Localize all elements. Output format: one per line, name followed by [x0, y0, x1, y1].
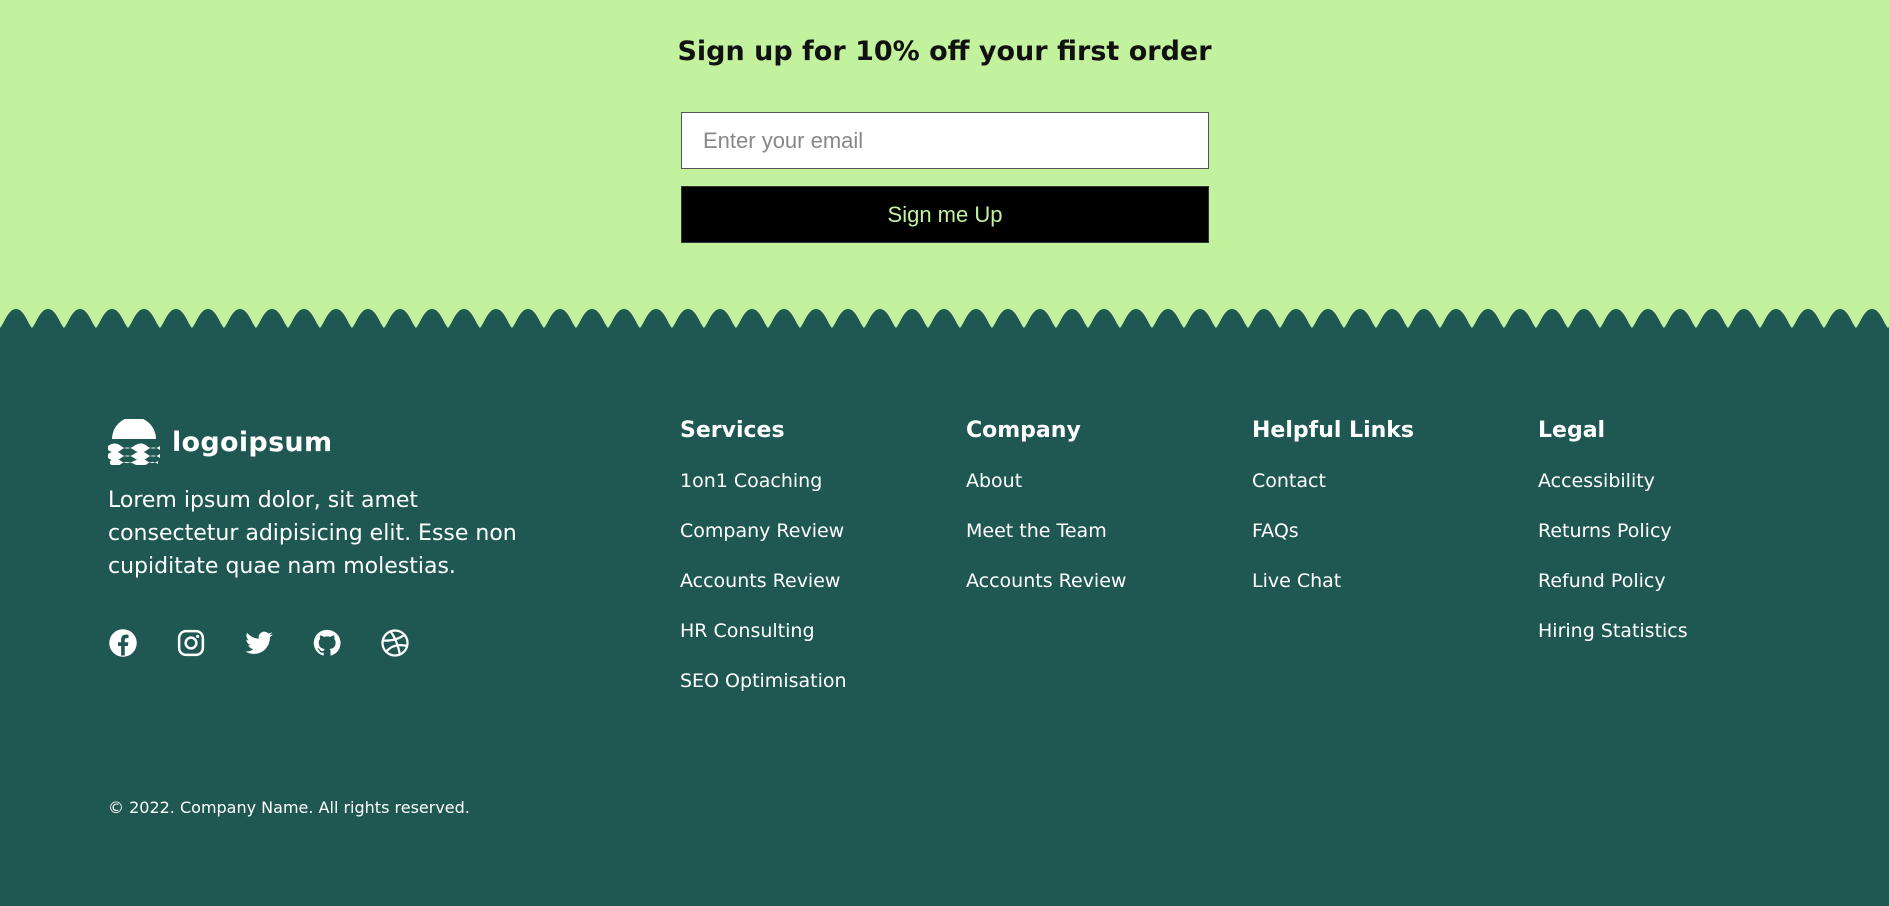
services-heading: Services [680, 418, 785, 443]
footer-link-company-review[interactable]: Company Review [680, 519, 847, 569]
brand-logo[interactable]: logoipsum [108, 419, 332, 465]
legal-heading: Legal [1538, 418, 1606, 443]
footer-link-hiring-statistics[interactable]: Hiring Statistics [1538, 619, 1688, 669]
company-description: Lorem ipsum dolor, sit amet consectetur … [108, 488, 517, 579]
footer-link-about[interactable]: About [966, 469, 1126, 519]
wave-divider [0, 309, 1889, 334]
footer-link-accessibility[interactable]: Accessibility [1538, 469, 1688, 519]
helpful-links-heading: Helpful Links [1252, 418, 1415, 443]
footer-link-meet-the-team[interactable]: Meet the Team [966, 519, 1126, 569]
footer-link-1on1-coaching[interactable]: 1on1 Coaching [680, 469, 847, 519]
dribbble-icon[interactable] [380, 628, 410, 658]
github-icon[interactable] [312, 628, 342, 658]
legal-column: Legal Accessibility Returns Policy Refun… [1538, 418, 1688, 669]
footer-link-seo-optimisation[interactable]: SEO Optimisation [680, 669, 847, 719]
footer-link-contact[interactable]: Contact [1252, 469, 1414, 519]
footer-link-returns-policy[interactable]: Returns Policy [1538, 519, 1688, 569]
footer-link-live-chat[interactable]: Live Chat [1252, 569, 1414, 619]
footer-link-faqs[interactable]: FAQs [1252, 519, 1414, 569]
footer-link-hr-consulting[interactable]: HR Consulting [680, 619, 847, 669]
footer: logoipsum Lorem ipsum dolor, sit amet co… [0, 332, 1889, 906]
logo-icon [108, 419, 160, 465]
signup-title: Sign up for 10% off your first order [677, 36, 1212, 67]
footer-link-refund-policy[interactable]: Refund Policy [1538, 569, 1688, 619]
copyright-text: © 2022. Company Name. All rights reserve… [108, 798, 470, 817]
services-column: Services 1on1 Coaching Company Review Ac… [680, 418, 847, 719]
brand-name: logoipsum [172, 426, 333, 458]
footer-link-accounts-review[interactable]: Accounts Review [680, 569, 847, 619]
company-heading: Company [966, 418, 1081, 443]
email-field[interactable] [681, 112, 1209, 169]
facebook-icon[interactable] [108, 628, 138, 658]
twitter-icon[interactable] [244, 628, 274, 658]
sign-up-button[interactable]: Sign me Up [681, 186, 1209, 243]
helpful-links-column: Helpful Links Contact FAQs Live Chat [1252, 418, 1414, 619]
footer-link-accounts-review-company[interactable]: Accounts Review [966, 569, 1126, 619]
instagram-icon[interactable] [176, 628, 206, 658]
company-column: Company About Meet the Team Accounts Rev… [966, 418, 1126, 619]
social-links [108, 628, 410, 658]
signup-section: Sign up for 10% off your first order Sig… [0, 0, 1889, 310]
